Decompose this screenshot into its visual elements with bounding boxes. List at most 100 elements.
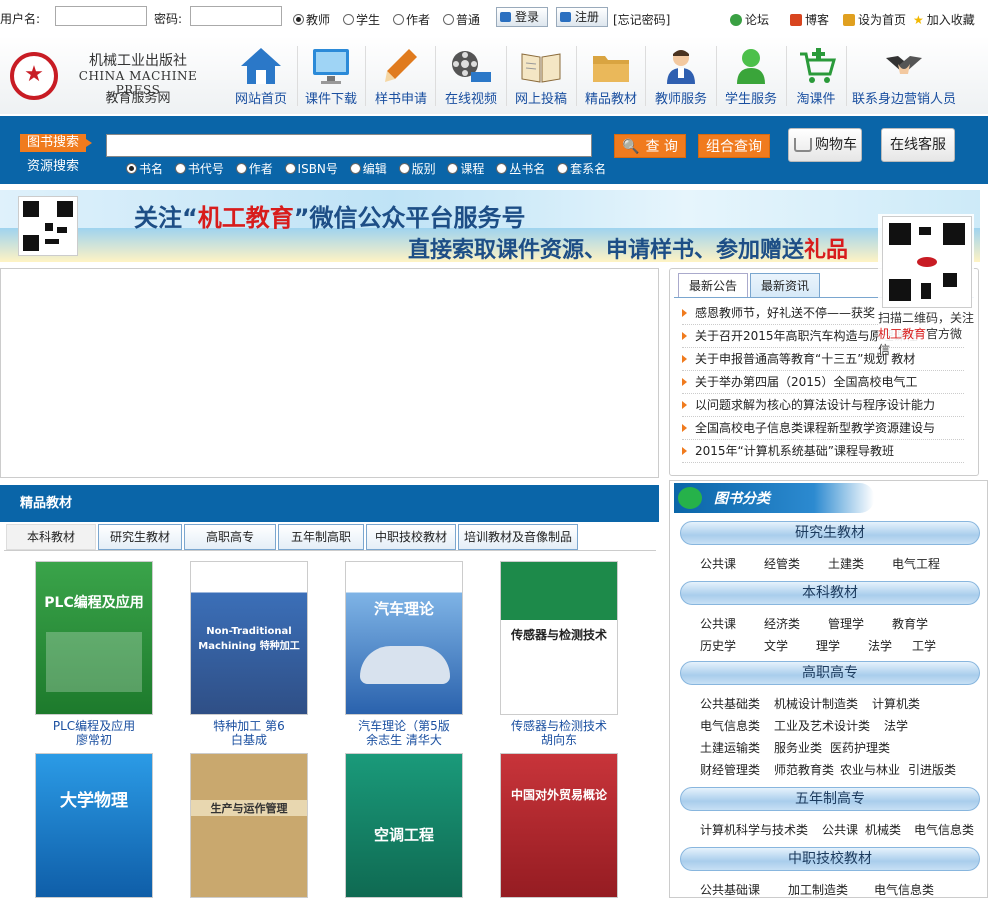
category-link[interactable]: 医药护理类	[830, 739, 890, 756]
book-cover[interactable]: 中国对外贸易概论	[500, 753, 618, 898]
category-link[interactable]: 电气信息类	[914, 821, 974, 838]
category-link[interactable]: 机械类	[865, 821, 901, 838]
nav-online-video[interactable]: 在线视频	[440, 44, 502, 110]
tab-vocational[interactable]: 高职高专	[184, 524, 276, 550]
book-title[interactable]: 汽车理论（第5版	[329, 719, 479, 733]
login-button[interactable]: 登录	[496, 7, 548, 27]
nav-buy-courseware[interactable]: 淘课件	[788, 44, 844, 110]
tab-latest-news[interactable]: 最新资讯	[750, 273, 820, 297]
category-link[interactable]: 文学	[764, 637, 788, 654]
book-title[interactable]: PLC编程及应用	[19, 719, 169, 733]
username-input[interactable]	[55, 6, 147, 26]
search-field-title[interactable]: 书名	[126, 162, 163, 176]
forgot-password-link[interactable]: [忘记密码]	[613, 11, 670, 28]
category-link[interactable]: 历史学	[700, 637, 736, 654]
category-undergrad[interactable]: 本科教材	[680, 581, 980, 605]
category-link[interactable]: 加工制造类	[788, 881, 848, 898]
nav-home[interactable]: 网站首页	[230, 44, 292, 110]
search-field-editor[interactable]: 编辑	[349, 162, 387, 176]
book-cover[interactable]: Non-Traditional Machining 特种加工	[190, 561, 308, 715]
search-field-code[interactable]: 书代号	[174, 162, 224, 176]
cart-button[interactable]: 购物车	[788, 128, 862, 162]
blog-link[interactable]: 博客	[790, 11, 829, 28]
book-title[interactable]: 特种加工 第6	[174, 719, 324, 733]
news-item[interactable]: 关于举办第四届（2015）全国高校电气工	[682, 374, 964, 394]
category-link[interactable]: 管理学	[828, 615, 864, 632]
news-item[interactable]: 2015年“计算机系统基础”课程导教班	[682, 443, 964, 463]
book-search-tab[interactable]: 图书搜索	[20, 134, 92, 152]
search-input[interactable]	[106, 134, 592, 157]
category-link[interactable]: 电气信息类	[874, 881, 934, 898]
book-cover[interactable]: 汽车理论	[345, 561, 463, 715]
category-link[interactable]: 计算机科学与技术类	[700, 821, 808, 838]
news-item[interactable]: 以问题求解为核心的算法设计与程序设计能力	[682, 397, 964, 417]
category-link[interactable]: 工业及艺术设计类	[774, 717, 870, 734]
nav-submit-manuscript[interactable]: 网上投稿	[510, 44, 572, 110]
category-link[interactable]: 电气信息类	[700, 717, 760, 734]
role-radio-teacher[interactable]: 教师	[293, 11, 330, 28]
category-link[interactable]: 教育学	[892, 615, 928, 632]
category-secondary-vocational[interactable]: 中职技校教材	[680, 847, 980, 871]
book-cover[interactable]: PLC编程及应用	[35, 561, 153, 715]
search-button[interactable]: 🔍 查 询	[614, 134, 686, 158]
category-link[interactable]: 财经管理类	[700, 761, 760, 778]
nav-teacher-service[interactable]: 教师服务	[650, 44, 712, 110]
role-radio-normal[interactable]: 普通	[443, 11, 480, 28]
tab-undergrad[interactable]: 本科教材	[6, 524, 96, 550]
category-link[interactable]: 电气工程	[892, 555, 940, 572]
category-five-year[interactable]: 五年制高专	[680, 787, 980, 811]
category-link[interactable]: 农业与林业	[840, 761, 900, 778]
category-link[interactable]: 工学	[912, 637, 936, 654]
news-item[interactable]: 全国高校电子信息类课程新型教学资源建设与	[682, 420, 964, 440]
category-link[interactable]: 引进版类	[908, 761, 956, 778]
category-link[interactable]: 土建类	[828, 555, 864, 572]
book-title[interactable]: 传感器与检测技术	[484, 719, 634, 733]
role-radio-author[interactable]: 作者	[393, 11, 430, 28]
cmp-logo-icon[interactable]	[10, 52, 58, 100]
tab-training-av[interactable]: 培训教材及音像制品	[458, 524, 578, 550]
category-link[interactable]: 经管类	[764, 555, 800, 572]
category-link[interactable]: 计算机类	[872, 695, 920, 712]
category-link[interactable]: 土建运输类	[700, 739, 760, 756]
tab-secondary-vocational[interactable]: 中职技校教材	[366, 524, 456, 550]
search-field-series[interactable]: 丛书名	[496, 162, 545, 176]
book-cover[interactable]: 生产与运作管理	[190, 753, 308, 898]
category-link[interactable]: 公共基础类	[700, 695, 760, 712]
nav-courseware[interactable]: 课件下载	[300, 44, 362, 110]
category-link[interactable]: 公共课	[700, 615, 736, 632]
category-link[interactable]: 机械设计制造类	[774, 695, 858, 712]
tab-graduate[interactable]: 研究生教材	[98, 524, 182, 550]
search-field-author[interactable]: 作者	[235, 162, 273, 176]
register-button[interactable]: 注册	[556, 7, 608, 27]
category-link[interactable]: 公共课	[700, 555, 736, 572]
combined-search-button[interactable]: 组合查询	[698, 134, 770, 158]
category-link[interactable]: 经济类	[764, 615, 800, 632]
book-cover[interactable]: 空调工程	[345, 753, 463, 898]
set-homepage-link[interactable]: 设为首页	[843, 11, 906, 28]
search-field-edition[interactable]: 版别	[398, 162, 436, 176]
search-field-set[interactable]: 套系名	[557, 162, 606, 176]
nav-student-service[interactable]: 学生服务	[720, 44, 782, 110]
category-link[interactable]: 公共课	[822, 821, 858, 838]
nav-quality-textbooks[interactable]: 精品教材	[580, 44, 642, 110]
tab-announcements[interactable]: 最新公告	[678, 273, 748, 297]
category-link[interactable]: 法学	[868, 637, 892, 654]
category-graduate[interactable]: 研究生教材	[680, 521, 980, 545]
category-link[interactable]: 服务业类	[774, 739, 822, 756]
book-cover[interactable]: 传感器与检测技术	[500, 561, 618, 715]
category-link[interactable]: 理学	[816, 637, 840, 654]
role-radio-student[interactable]: 学生	[343, 11, 380, 28]
resource-search-tab[interactable]: 资源搜索	[20, 155, 86, 174]
password-input[interactable]	[190, 6, 282, 26]
search-field-isbn[interactable]: ISBN号	[284, 162, 338, 176]
wechat-banner[interactable]: 关注“机工教育”微信公众平台服务号 直接索取课件资源、申请样书、参加赠送礼品	[0, 190, 980, 262]
nav-sample-request[interactable]: 样书申请	[370, 44, 432, 110]
tab-five-year[interactable]: 五年制高职	[278, 524, 364, 550]
category-link[interactable]: 法学	[884, 717, 908, 734]
search-field-course[interactable]: 课程	[447, 162, 484, 176]
forum-link[interactable]: 论坛	[730, 11, 769, 28]
add-favorite-link[interactable]: ★ 加入收藏	[913, 11, 975, 28]
book-cover[interactable]: 大学物理	[35, 753, 153, 898]
floating-wechat-qr[interactable]: 扫描二维码，关注 机工教育官方微信	[878, 214, 974, 357]
category-link[interactable]: 公共基础课	[700, 881, 760, 898]
